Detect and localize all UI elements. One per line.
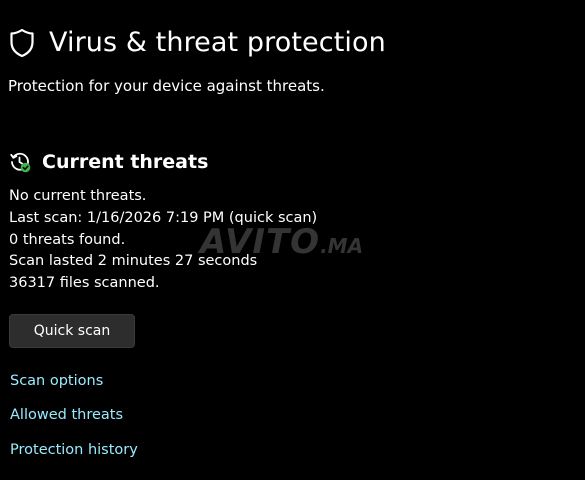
files-scanned-text: 36317 files scanned. — [9, 275, 160, 292]
last-scan-text: Last scan: 1/16/2026 7:19 PM (quick scan… — [9, 209, 318, 226]
virus-threat-protection-page: Virus & threat protection Protection for… — [0, 0, 585, 480]
threat-status-text: No current threats. — [9, 188, 147, 204]
protection-history-link[interactable]: Protection history — [10, 440, 138, 460]
current-threats-title: Current threats — [42, 151, 209, 173]
scan-status: No current threats. Last scan: 1/16/2026… — [9, 186, 317, 295]
scan-options-link[interactable]: Scan options — [10, 371, 103, 391]
quick-scan-button[interactable]: Quick scan — [9, 314, 135, 348]
page-subtitle: Protection for your device against threa… — [8, 77, 325, 95]
shield-icon — [9, 28, 35, 58]
page-title: Virus & threat protection — [49, 27, 386, 58]
clock-check-icon — [9, 151, 31, 173]
page-header: Virus & threat protection — [9, 26, 386, 60]
current-threats-header: Current threats — [9, 150, 208, 174]
allowed-threats-link[interactable]: Allowed threats — [10, 405, 123, 425]
threats-found-text: 0 threats found. — [9, 231, 126, 248]
watermark-suffix: .MA — [320, 234, 364, 258]
scan-duration-text: Scan lasted 2 minutes 27 seconds — [9, 253, 258, 270]
